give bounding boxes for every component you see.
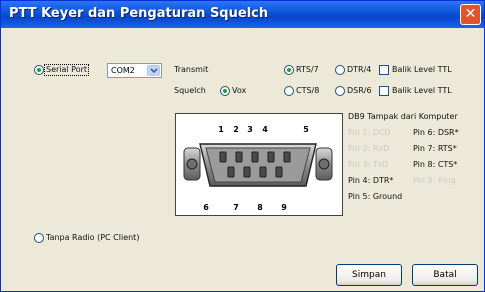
dtr-radio[interactable] (335, 65, 345, 75)
squelch-label: Squelch (174, 86, 206, 95)
pin-number-3: 3 (247, 125, 253, 134)
com-port-select[interactable]: COM2 (107, 63, 162, 78)
pin-info-5: Pin 5: Ground (348, 192, 403, 201)
dsr-radio[interactable] (335, 86, 345, 96)
pin-info-2: Pin 2: RxD (348, 144, 390, 153)
vox-radio[interactable] (220, 86, 230, 96)
title-bar[interactable]: PTT Keyer dan Pengaturan Squelch ✕ (1, 1, 484, 28)
pin-info-7: Pin 7: RTS* (413, 144, 457, 153)
close-button[interactable]: ✕ (460, 4, 481, 25)
transmit-invert-checkbox[interactable] (379, 65, 389, 75)
db9-connector-icon: 1 2 3 4 5 6 7 8 9 (183, 125, 333, 212)
close-icon: ✕ (464, 6, 477, 22)
pin-number-2: 2 (233, 125, 239, 134)
cancel-button[interactable]: Batal (412, 264, 478, 286)
window-title: PTT Keyer dan Pengaturan Squelch (9, 6, 269, 21)
pinout-title: DB9 Tampak dari Komputer (348, 112, 458, 121)
vox-label: Vox (232, 86, 247, 95)
squelch-invert-label: Balik Level TTL (392, 86, 452, 95)
pc-client-label: Tanpa Radio (PC Client) (46, 233, 140, 242)
pin-info-9: Pin 9: Ring (413, 176, 456, 185)
rts-radio[interactable] (284, 65, 294, 75)
pin-info-8: Pin 8: CTS* (413, 160, 458, 169)
cts-label: CTS/8 (296, 86, 320, 95)
pin-info-6: Pin 6: DSR* (413, 128, 459, 137)
rts-label: RTS/7 (296, 65, 319, 74)
squelch-invert-checkbox[interactable] (379, 86, 389, 96)
pin-number-8: 8 (257, 203, 263, 212)
pin-number-6: 6 (203, 203, 209, 212)
db9-connector-diagram: 1 2 3 4 5 6 7 8 9 (175, 113, 343, 216)
pin-number-5: 5 (303, 125, 309, 134)
combo-dropdown-button[interactable] (147, 65, 160, 76)
pin-info-1: Pin 1: DCD (348, 128, 391, 137)
pin-number-9: 9 (281, 203, 287, 212)
cts-radio[interactable] (284, 86, 294, 96)
transmit-invert-label: Balik Level TTL (392, 65, 452, 74)
dtr-label: DTR/4 (347, 65, 372, 74)
serial-port-label[interactable]: Serial Port (44, 64, 90, 76)
dsr-label: DSR/6 (347, 86, 372, 95)
serial-port-radio[interactable] (34, 65, 44, 75)
pin-number-1: 1 (218, 125, 224, 134)
save-button[interactable]: Simpan (336, 264, 402, 286)
pin-info-3: Pin 3: TxD (348, 160, 389, 169)
com-port-value: COM2 (111, 66, 135, 75)
pc-client-radio[interactable] (34, 233, 44, 243)
pin-info-4: Pin 4: DTR* (348, 176, 394, 185)
pin-number-4: 4 (262, 125, 268, 134)
chevron-down-icon (150, 68, 158, 74)
dialog-window: PTT Keyer dan Pengaturan Squelch ✕ Seria… (0, 0, 485, 292)
pin-number-7: 7 (233, 203, 239, 212)
transmit-label: Transmit (174, 65, 209, 74)
